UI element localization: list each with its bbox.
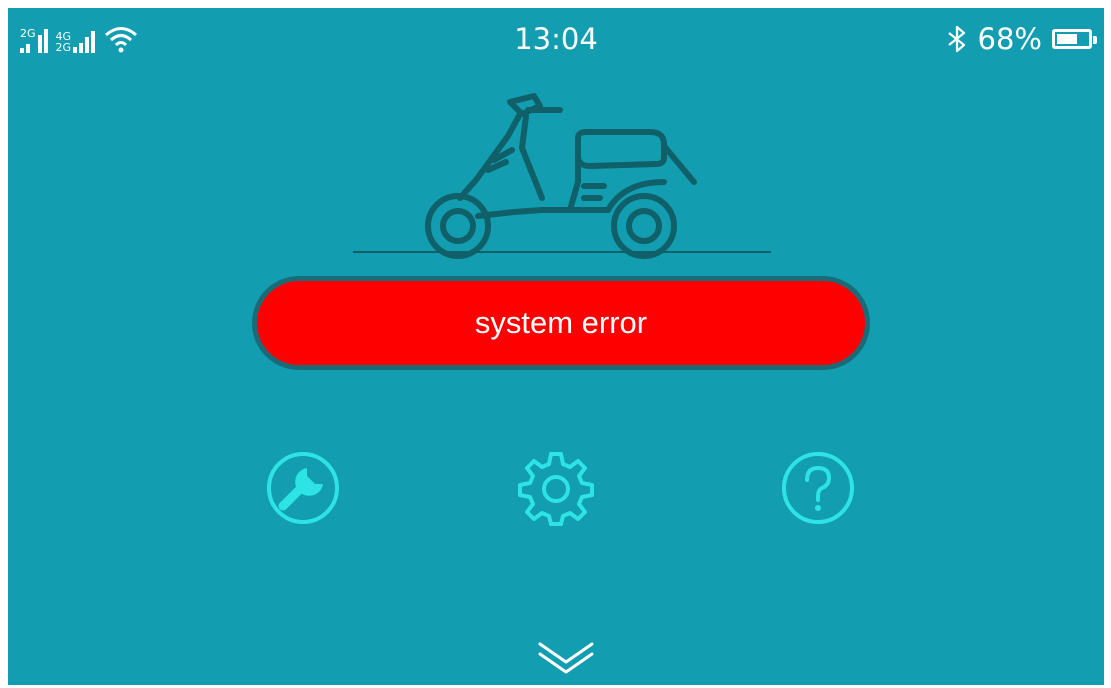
status-bar: 2G 4G 2G 13:04 68% xyxy=(8,8,1104,78)
chevron-down-icon[interactable] xyxy=(530,638,602,678)
battery-percent: 68% xyxy=(977,22,1042,56)
clock: 13:04 xyxy=(514,22,598,56)
status-right-group: 68% xyxy=(946,22,1097,56)
ground-line xyxy=(353,251,771,253)
status-message[interactable]: system error xyxy=(257,281,865,365)
battery-icon xyxy=(1052,29,1097,49)
wrench-icon[interactable] xyxy=(263,448,343,528)
bluetooth-icon xyxy=(947,25,965,53)
status-banner[interactable]: system error xyxy=(252,276,870,370)
scooter-icon xyxy=(425,93,697,259)
gear-icon[interactable] xyxy=(516,448,596,528)
help-icon[interactable] xyxy=(778,448,858,528)
app-screen: 2G 4G 2G 13:04 68% system error xyxy=(8,8,1104,685)
